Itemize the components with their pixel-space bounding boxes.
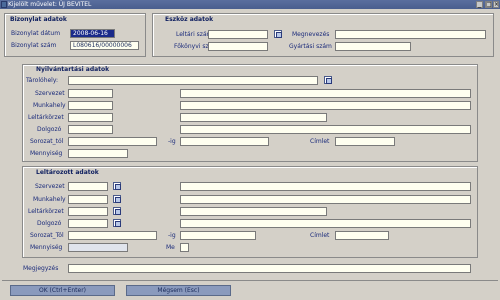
close-button[interactable]: × xyxy=(493,1,499,8)
nyilv-sorozat-ig-field[interactable] xyxy=(180,137,269,146)
minimize-button[interactable]: _ xyxy=(476,1,483,8)
gyartasi-szam-label: Gyártási szám xyxy=(289,43,332,50)
megnevezes-field[interactable] xyxy=(335,30,486,39)
nyilv-leltarkorzet-label: Leltárkörzet xyxy=(28,114,64,121)
lelt-dolgozo-label: Dolgozó xyxy=(37,220,62,227)
lelt-szervezet-label: Szervezet xyxy=(35,183,65,190)
lelt-munkahely-code[interactable] xyxy=(68,195,108,204)
nyilv-leltarkorzet-code[interactable] xyxy=(68,113,113,122)
lelt-szervezet-code[interactable] xyxy=(68,182,108,191)
maximize-button[interactable]: □ xyxy=(485,1,492,8)
lelt-leltarkorzet-code[interactable] xyxy=(68,207,108,216)
nyilv-dolgozo-label: Dolgozó xyxy=(37,126,62,133)
lelt-munkahely-name[interactable] xyxy=(180,195,471,204)
nyilv-szervezet-name[interactable] xyxy=(180,89,471,98)
cancel-button[interactable]: Mégsem (Esc) xyxy=(126,285,231,296)
nyilv-leltarkorzet-name[interactable] xyxy=(180,113,327,122)
nyilv-dolgozo-code[interactable] xyxy=(68,125,113,134)
nyilv-cimlet-field[interactable] xyxy=(335,137,395,146)
lelt-sorozat-label: Sorozat_Tól xyxy=(30,232,64,239)
nyilv-mennyiseg-field[interactable] xyxy=(68,149,128,158)
fokonyvi-szam-field[interactable] xyxy=(208,42,268,51)
bizonylat-szam-field[interactable]: L080616/00000006 xyxy=(70,41,139,50)
leltarozott-group-title: Leltározott adatok xyxy=(36,169,99,176)
lelt-munkahely-lookup-icon[interactable] xyxy=(113,195,121,203)
nyilv-munkahely-label: Munkahely xyxy=(33,102,66,109)
bizonylat-datum-label: Bizonylat dátum xyxy=(11,30,61,37)
lelt-leltarkorzet-label: Leltárkörzet xyxy=(28,208,64,215)
lelt-cimlet-field[interactable] xyxy=(335,231,389,240)
bizonylat-datum-field[interactable]: 2008-06-16 xyxy=(70,29,115,38)
lelt-sorozat-tol-field[interactable] xyxy=(68,231,157,240)
nyilv-cimlet-label: Címlet xyxy=(310,138,330,145)
lelt-sorozat-ig-field[interactable] xyxy=(180,231,256,240)
leltari-szam-field[interactable] xyxy=(208,30,268,39)
lelt-szervezet-name[interactable] xyxy=(180,182,471,191)
window-title: Kijelölt művelet: ÚJ BEVITEL xyxy=(8,1,92,8)
megjegyzes-label: Megjegyzés xyxy=(23,265,59,272)
tarolohely-lookup-icon[interactable] xyxy=(324,76,332,84)
lelt-me-label: Me xyxy=(166,244,175,251)
lelt-munkahely-label: Munkahely xyxy=(33,196,66,203)
lelt-dolgozo-code[interactable] xyxy=(68,219,108,228)
nyilv-szervezet-code[interactable] xyxy=(68,89,113,98)
lelt-ig-label: -ig xyxy=(168,232,176,239)
lelt-cimlet-label: Címlet xyxy=(310,232,330,239)
nyilv-ig-label: -ig xyxy=(168,138,176,145)
leltari-lookup-icon[interactable] xyxy=(274,30,282,38)
lelt-leltarkorzet-name[interactable] xyxy=(180,207,327,216)
bizonylat-szam-label: Bizonylat szám xyxy=(11,42,57,49)
tarolohely-field[interactable] xyxy=(68,76,318,85)
lelt-mennyiseg-field[interactable] xyxy=(68,243,128,252)
lelt-leltarkorzet-lookup-icon[interactable] xyxy=(113,207,121,215)
megjegyzes-field[interactable] xyxy=(68,264,471,273)
nyilv-sorozat-tol-field[interactable] xyxy=(68,137,157,146)
leltari-szam-label: Leltári szám xyxy=(176,31,213,38)
tarolohely-label: Tárolóhely: xyxy=(26,77,58,84)
megnevezes-label: Megnevezés xyxy=(292,31,330,38)
lelt-szervezet-lookup-icon[interactable] xyxy=(113,182,121,190)
eszkoz-group-title: Eszköz adatok xyxy=(165,16,214,23)
nyilv-mennyiseg-label: Mennyiség xyxy=(30,150,63,157)
app-icon xyxy=(1,1,7,8)
bottom-separator xyxy=(2,280,498,281)
bizonylat-group-title: Bizonylat adatok xyxy=(10,16,67,23)
gyartasi-szam-field[interactable] xyxy=(335,42,411,51)
nyilv-sorozat-label: Sorozat_tól xyxy=(30,138,64,145)
nyilv-dolgozo-name[interactable] xyxy=(180,125,471,134)
nyilv-munkahely-name[interactable] xyxy=(180,101,471,110)
nyilv-szervezet-label: Szervezet xyxy=(35,90,65,97)
nyilv-munkahely-code[interactable] xyxy=(68,101,113,110)
lelt-dolgozo-name[interactable] xyxy=(180,219,471,228)
lelt-mennyiseg-label: Mennyiség xyxy=(30,244,63,251)
ok-button[interactable]: OK (Ctrl+Enter) xyxy=(10,285,115,296)
lelt-me-field[interactable] xyxy=(180,243,189,252)
nyilvantartasi-group-title: Nyilvántartási adatok xyxy=(36,66,110,73)
lelt-dolgozo-lookup-icon[interactable] xyxy=(113,219,121,227)
